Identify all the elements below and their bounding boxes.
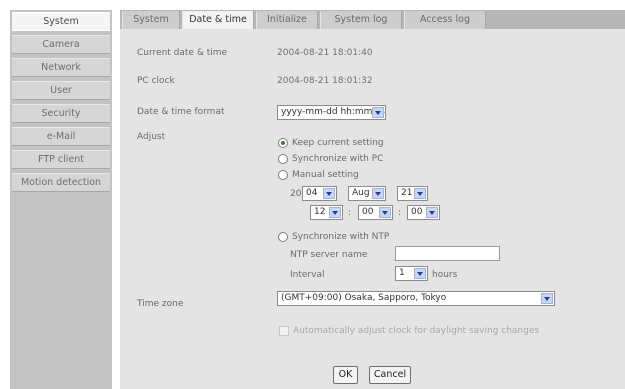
- sidebar-item-motion-detection[interactable]: Motion detection: [12, 173, 110, 192]
- sync-pc-label: Synchronize with PC: [292, 154, 384, 164]
- adjust-label: Adjust: [137, 132, 166, 142]
- ntp-server-label: NTP server name: [290, 250, 368, 260]
- interval-unit: hours: [432, 270, 458, 280]
- date-time-panel: Current date & time 2004-08-21 18:01:40 …: [120, 29, 625, 389]
- sync-ntp-label: Synchronize with NTP: [292, 232, 390, 242]
- datetime-format-label: Date & time format: [137, 107, 225, 117]
- year-select[interactable]: 04: [302, 186, 337, 201]
- cancel-button[interactable]: Cancel: [369, 366, 411, 384]
- sidebar-item-system[interactable]: System: [12, 12, 110, 31]
- chevron-down-icon: [426, 207, 438, 218]
- second-value: 00: [411, 207, 423, 217]
- hour-select[interactable]: 12: [310, 205, 343, 220]
- month-value: Aug: [352, 188, 370, 198]
- time-colon: :: [398, 208, 402, 218]
- year-value: 04: [306, 188, 318, 198]
- datetime-format-select[interactable]: yyyy-mm-dd hh:mm:ss: [277, 105, 386, 120]
- interval-select[interactable]: 1: [395, 266, 428, 281]
- keep-current-radio[interactable]: [278, 138, 288, 148]
- year-prefix: 20: [290, 189, 302, 199]
- tab-system-log[interactable]: System log: [320, 11, 402, 29]
- chevron-down-icon: [379, 207, 391, 218]
- day-select[interactable]: 21: [397, 186, 428, 201]
- dst-checkbox[interactable]: [279, 326, 289, 336]
- chevron-down-icon: [329, 207, 341, 218]
- pc-clock-value: 2004-08-21 18:01:32: [277, 76, 373, 86]
- current-datetime-label: Current date & time: [137, 48, 228, 58]
- pc-clock-label: PC clock: [137, 76, 175, 86]
- sidebar-item-ftp-client[interactable]: FTP client: [12, 150, 110, 169]
- chevron-down-icon: [414, 188, 426, 199]
- hour-value: 12: [314, 207, 326, 217]
- time-zone-label: Time zone: [137, 299, 184, 309]
- sidebar-item-email[interactable]: e-Mail: [12, 127, 110, 146]
- day-value: 21: [401, 188, 413, 198]
- manual-setting-label: Manual setting: [292, 170, 359, 180]
- time-zone-select[interactable]: (GMT+09:00) Osaka, Sapporo, Tokyo: [277, 291, 555, 306]
- sync-ntp-radio[interactable]: [278, 232, 288, 242]
- chevron-down-icon: [372, 188, 384, 199]
- tab-initialize[interactable]: Initialize: [256, 11, 318, 29]
- minute-value: 00: [362, 207, 374, 217]
- time-colon: :: [348, 208, 352, 218]
- sidebar-item-security[interactable]: Security: [12, 104, 110, 123]
- chevron-down-icon: [372, 107, 384, 118]
- sync-pc-radio[interactable]: [278, 154, 288, 164]
- chevron-down-icon: [323, 188, 335, 199]
- sidebar-item-user[interactable]: User: [12, 81, 110, 100]
- tab-date-time[interactable]: Date & time: [182, 11, 254, 30]
- interval-value: 1: [399, 268, 405, 278]
- second-select[interactable]: 00: [407, 205, 440, 220]
- sidebar-item-network[interactable]: Network: [12, 58, 110, 77]
- tab-access-log[interactable]: Access log: [404, 11, 486, 29]
- sidebar: System Camera Network User Security e-Ma…: [10, 10, 112, 389]
- sidebar-item-camera[interactable]: Camera: [12, 35, 110, 54]
- current-datetime-value: 2004-08-21 18:01:40: [277, 48, 373, 58]
- dst-label: Automatically adjust clock for daylight …: [293, 326, 540, 336]
- minute-select[interactable]: 00: [358, 205, 393, 220]
- tab-bar: System Date & time Initialize System log…: [120, 10, 625, 30]
- datetime-format-value: yyyy-mm-dd hh:mm:ss: [281, 107, 385, 117]
- month-select[interactable]: Aug: [348, 186, 386, 201]
- ntp-server-input[interactable]: [395, 246, 500, 261]
- interval-label: Interval: [290, 270, 325, 280]
- chevron-down-icon: [541, 293, 553, 304]
- manual-setting-radio[interactable]: [278, 170, 288, 180]
- ok-button[interactable]: OK: [333, 366, 358, 384]
- tab-system[interactable]: System: [122, 11, 180, 29]
- keep-current-label: Keep current setting: [292, 138, 384, 148]
- chevron-down-icon: [414, 268, 426, 279]
- time-zone-value: (GMT+09:00) Osaka, Sapporo, Tokyo: [281, 293, 447, 303]
